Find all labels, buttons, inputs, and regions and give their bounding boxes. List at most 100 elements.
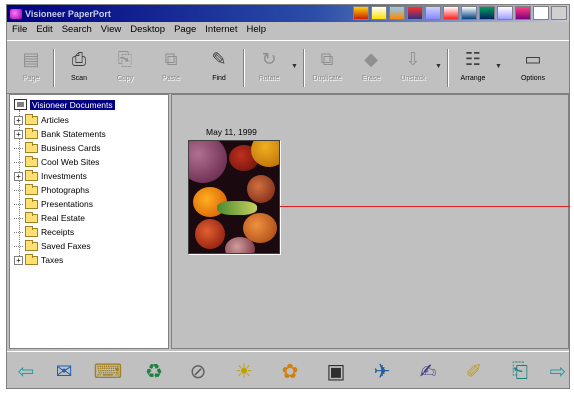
vegetable-photo-shape: [195, 219, 225, 249]
tray-app-icon[interactable]: [461, 6, 477, 20]
tree-item-real-estate[interactable]: Real Estate: [14, 211, 85, 225]
tree-item-receipts[interactable]: Receipts: [14, 225, 74, 239]
duplicate-button[interactable]: ⧉ Duplicate: [307, 47, 347, 91]
folder-icon: [25, 155, 38, 167]
tray-app-icon[interactable]: [497, 6, 513, 20]
page-button[interactable]: ▤ Page: [11, 47, 51, 91]
tree-item-photographs[interactable]: Photographs: [14, 183, 89, 197]
arrange-dropdown-icon[interactable]: ▼: [495, 63, 502, 70]
documents-root-icon: [14, 99, 27, 110]
ocr-icon[interactable]: ✍: [415, 358, 441, 384]
fax-icon[interactable]: ✉: [51, 358, 77, 384]
scroll-right-arrow-icon[interactable]: ⇨: [545, 358, 571, 384]
menu-search[interactable]: Search: [62, 24, 92, 39]
paperport-app-icon[interactable]: [10, 8, 22, 19]
tree-item-bank-statements[interactable]: + Bank Statements: [14, 127, 106, 141]
vegetable-photo-shape: [217, 201, 257, 215]
expand-icon[interactable]: +: [14, 129, 23, 139]
tree-item-business-cards[interactable]: Business Cards: [14, 141, 101, 155]
arrange-button[interactable]: ☷ Arrange: [453, 47, 493, 91]
toolbar-separator: [53, 49, 55, 87]
folder-icon: [25, 211, 38, 223]
tree-item-label: Cool Web Sites: [41, 157, 100, 167]
menu-edit[interactable]: Edit: [36, 24, 52, 39]
unstack-button[interactable]: ⇩ Unstack: [393, 47, 433, 91]
expand-icon[interactable]: +: [14, 255, 23, 265]
arrange-label: Arrange: [460, 75, 486, 82]
paint-icon[interactable]: ✿: [277, 358, 303, 384]
tree-item-presentations[interactable]: Presentations: [14, 197, 93, 211]
desktop-view[interactable]: May 11, 1999: [171, 94, 570, 349]
photo-icon[interactable]: ▣: [323, 358, 349, 384]
scan-button[interactable]: ⎙ Scan: [59, 47, 99, 91]
link-line: [280, 206, 570, 207]
tray-app-icon[interactable]: [479, 6, 495, 20]
menu-file[interactable]: File: [12, 24, 27, 39]
find-icon: ✎: [211, 49, 227, 69]
expand-icon[interactable]: +: [14, 171, 23, 181]
rotate-icon: ↻: [261, 49, 277, 69]
tree-connector: [14, 189, 23, 191]
tree-item-investments[interactable]: + Investments: [14, 169, 87, 183]
title-bar[interactable]: Visioneer PaperPort: [7, 5, 569, 22]
tray-app-icon[interactable]: [371, 6, 387, 20]
tree-item-label: Taxes: [41, 255, 64, 265]
copy-button[interactable]: ⎘ Copy: [105, 47, 145, 91]
minimize-icon[interactable]: [533, 6, 549, 20]
find-button[interactable]: ✎ Find: [199, 47, 239, 91]
recycle-icon[interactable]: ♻: [141, 358, 167, 384]
paperclip-icon[interactable]: ⊘: [185, 358, 211, 384]
document-thumbnail[interactable]: [188, 140, 280, 254]
print-icon[interactable]: ⌨: [94, 358, 123, 384]
rotate-button[interactable]: ↻ Rotate: [249, 47, 289, 91]
copy-icon: ⎘: [117, 49, 133, 69]
expand-icon[interactable]: +: [14, 115, 23, 125]
unstack-label: Unstack: [400, 75, 426, 82]
paste-button[interactable]: ⧉ Paste: [151, 47, 191, 91]
email-icon[interactable]: ✈: [369, 358, 395, 384]
tree-connector: [14, 245, 23, 247]
tree-item-label: Bank Statements: [41, 129, 106, 139]
vegetable-photo-shape: [225, 237, 255, 253]
copy-label: Copy: [116, 75, 134, 82]
tree-item-cool-web-sites[interactable]: Cool Web Sites: [14, 155, 99, 169]
tray-app-icon[interactable]: [353, 6, 369, 20]
menu-internet[interactable]: Internet: [205, 24, 237, 39]
tree-item-articles[interactable]: + Articles: [14, 113, 69, 127]
image-editor-icon[interactable]: ☀: [231, 358, 257, 384]
unstack-dropdown-icon[interactable]: ▼: [435, 63, 442, 70]
scroll-left-arrow-icon[interactable]: ⇦: [13, 358, 39, 384]
menu-desktop[interactable]: Desktop: [130, 24, 165, 39]
options-label: Options: [520, 75, 546, 82]
tray-app-icon[interactable]: [425, 6, 441, 20]
tree-item-taxes[interactable]: + Taxes: [14, 253, 63, 267]
tray-app-icon[interactable]: [443, 6, 459, 20]
menu-help[interactable]: Help: [246, 24, 266, 39]
rotate-dropdown-icon[interactable]: ▼: [291, 63, 298, 70]
eraser-icon: ◆: [364, 49, 378, 69]
tray-app-icon[interactable]: [515, 6, 531, 20]
menu-view[interactable]: View: [101, 24, 121, 39]
tree-connector: [14, 161, 23, 163]
tray-app-icon[interactable]: [407, 6, 423, 20]
notepad-icon[interactable]: ✐: [461, 358, 487, 384]
paperport-window: Visioneer PaperPort File Edit Search Vie…: [6, 4, 570, 389]
folder-icon: [25, 113, 38, 125]
maximize-icon[interactable]: [551, 6, 567, 20]
erase-button[interactable]: ◆ Erase: [351, 47, 391, 91]
tree-item-label: Business Cards: [41, 143, 101, 153]
toolbar-separator: [243, 49, 245, 87]
folder-icon: [25, 169, 38, 181]
folder-tree[interactable]: Visioneer Documents + Articles + Bank St…: [9, 94, 169, 349]
tree-item-label: Presentations: [41, 199, 93, 209]
tree-item-label: Receipts: [41, 227, 75, 237]
tree-item-saved-faxes[interactable]: Saved Faxes: [14, 239, 91, 253]
document-icon[interactable]: ⎗: [507, 358, 533, 384]
menu-page[interactable]: Page: [174, 24, 196, 39]
tree-item-label: Investments: [41, 171, 87, 181]
tray-app-icon[interactable]: [389, 6, 405, 20]
page-icon: ▤: [22, 49, 40, 69]
toolbar-separator: [447, 49, 449, 87]
options-button[interactable]: ▭ Options: [513, 47, 553, 91]
tree-root-visioneer-documents[interactable]: Visioneer Documents: [14, 99, 115, 110]
